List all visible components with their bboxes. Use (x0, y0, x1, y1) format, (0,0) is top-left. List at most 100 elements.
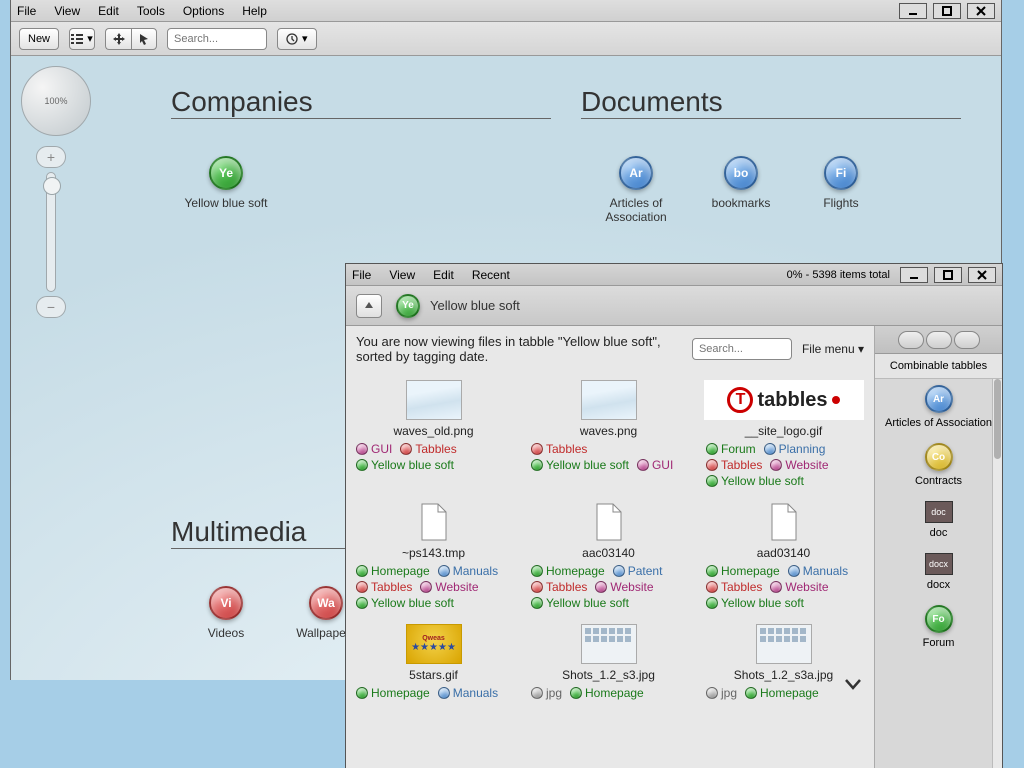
history-button[interactable]: ▾ (277, 28, 317, 50)
side-tabstrip (875, 326, 1002, 354)
file-item[interactable]: waves_old.png GUI Tabbles Yellow blue so… (346, 376, 521, 498)
side-scroll-thumb[interactable] (994, 379, 1001, 459)
sub-search-input[interactable] (692, 338, 792, 360)
maximize-button[interactable] (933, 3, 961, 19)
main-menubar: File View Edit Tools Options Help (11, 0, 1001, 22)
tabble-icon: Wa (309, 586, 343, 620)
file-name: aac03140 (525, 546, 692, 560)
zoom-track[interactable] (46, 172, 56, 292)
sub-close-button[interactable] (968, 267, 996, 283)
tabble-icon: Ye (209, 156, 243, 190)
file-menu-dropdown[interactable]: File menu ▾ (802, 342, 864, 356)
tabble-icon: Ar (925, 385, 953, 413)
up-button[interactable] (356, 294, 382, 318)
filetype-icon: docx (925, 553, 953, 575)
side-tabble-articles[interactable]: Ar Articles of Association (875, 385, 1002, 429)
file-item[interactable]: Shots_1.2_s3.jpg jpg Homepage (521, 620, 696, 710)
menu-tools[interactable]: Tools (137, 4, 165, 18)
side-tab-3[interactable] (954, 331, 980, 349)
tabble-label: Forum (875, 637, 1002, 649)
sub-menu-edit[interactable]: Edit (433, 268, 454, 282)
tabble-label: Videos (171, 626, 281, 640)
zoom-in-button[interactable]: + (36, 146, 66, 168)
file-name: 5stars.gif (350, 668, 517, 682)
tabble-icon: Vi (209, 586, 243, 620)
file-name: Shots_1.2_s3.jpg (525, 668, 692, 682)
side-tabble-doc[interactable]: doc doc (875, 501, 1002, 539)
viewing-note: You are now viewing files in tabble "Yel… (356, 334, 682, 364)
tabble-yellow-blue-soft[interactable]: Ye Yellow blue soft (171, 156, 281, 210)
crumb-label: Yellow blue soft (430, 298, 520, 313)
file-name: waves_old.png (350, 424, 517, 438)
tabble-bookmarks[interactable]: bo bookmarks (686, 156, 796, 210)
breadcrumb: Ye Yellow blue soft (346, 286, 1002, 326)
menu-file[interactable]: File (17, 4, 36, 18)
tabble-label: Articles of Association (875, 417, 1002, 429)
pointer-tool-button[interactable] (131, 28, 157, 50)
file-item[interactable]: aad03140 Homepage Manuals Tabbles Websit… (696, 498, 871, 620)
tabble-icon: Ar (619, 156, 653, 190)
tabble-label: docx (875, 579, 1002, 591)
tabble-label: Articles of Association (581, 196, 691, 224)
crumb-icon: Ye (396, 294, 420, 318)
section-companies-title: Companies (171, 86, 551, 119)
zoom-out-button[interactable]: − (36, 296, 66, 318)
side-scrollbar[interactable] (992, 379, 1002, 768)
menu-edit[interactable]: Edit (98, 4, 119, 18)
menu-help[interactable]: Help (242, 4, 267, 18)
move-tool-button[interactable] (105, 28, 131, 50)
file-name: __site_logo.gif (700, 424, 867, 438)
file-item[interactable]: aac03140 Homepage Patent Tabbles Website… (521, 498, 696, 620)
file-item[interactable]: Qweas★★★★★ 5stars.gif Homepage Manuals (346, 620, 521, 710)
side-panel-title: Combinable tabbles (875, 354, 1002, 379)
side-tabble-contracts[interactable]: Co Contracts (875, 443, 1002, 487)
tabble-label: Contracts (875, 475, 1002, 487)
sub-menu-file[interactable]: File (352, 268, 371, 282)
menu-options[interactable]: Options (183, 4, 224, 18)
tabble-icon: Fo (925, 605, 953, 633)
tabble-videos[interactable]: Vi Videos (171, 586, 281, 640)
sub-minimize-button[interactable] (900, 267, 928, 283)
side-tabble-docx[interactable]: docx docx (875, 553, 1002, 591)
menu-view[interactable]: View (54, 4, 80, 18)
file-grid: waves_old.png GUI Tabbles Yellow blue so… (346, 372, 874, 768)
close-button[interactable] (967, 3, 995, 19)
sub-menu-recent[interactable]: Recent (472, 268, 510, 282)
thumbnail-icon: Qweas★★★★★ (406, 624, 462, 664)
pan-navigator[interactable]: 100% (21, 66, 91, 136)
file-item[interactable]: waves.png Tabbles Yellow blue soft GUI (521, 376, 696, 498)
file-name: aad03140 (700, 546, 867, 560)
thumbnail-icon (581, 624, 637, 664)
view-list-button[interactable]: ▾ (69, 28, 95, 50)
combinable-panel: Combinable tabbles Ar Articles of Associ… (874, 326, 1002, 768)
tabble-icon: Co (925, 443, 953, 471)
tabble-label: Flights (786, 196, 896, 210)
file-item[interactable]: Ttabbles __site_logo.gif Forum Planning … (696, 376, 871, 498)
tabble-articles[interactable]: Ar Articles of Association (581, 156, 691, 224)
thumbnail-icon (406, 380, 462, 420)
tabble-label: doc (875, 527, 1002, 539)
main-search-input[interactable] (167, 28, 267, 50)
file-icon (756, 502, 812, 542)
minimize-button[interactable] (899, 3, 927, 19)
tabble-flights[interactable]: Fi Flights (786, 156, 896, 210)
tabble-label: bookmarks (686, 196, 796, 210)
side-tabble-forum[interactable]: Fo Forum (875, 605, 1002, 649)
side-tab-2[interactable] (926, 331, 952, 349)
sub-menu-view[interactable]: View (389, 268, 415, 282)
file-name: waves.png (525, 424, 692, 438)
new-button[interactable]: New (19, 28, 59, 50)
zoom-thumb[interactable] (43, 177, 61, 195)
file-item[interactable]: ~ps143.tmp Homepage Manuals Tabbles Webs… (346, 498, 521, 620)
section-documents-title: Documents (581, 86, 961, 119)
tabble-icon: Fi (824, 156, 858, 190)
zoom-percent-label: 100% (44, 96, 67, 106)
file-icon (406, 502, 462, 542)
scroll-down-hint[interactable] (842, 673, 864, 700)
thumbnail-icon (756, 624, 812, 664)
sub-menubar: File View Edit Recent 0% - 5398 items to… (346, 264, 1002, 286)
file-list-panel: You are now viewing files in tabble "Yel… (346, 326, 874, 768)
side-tab-1[interactable] (898, 331, 924, 349)
file-icon (581, 502, 637, 542)
sub-maximize-button[interactable] (934, 267, 962, 283)
